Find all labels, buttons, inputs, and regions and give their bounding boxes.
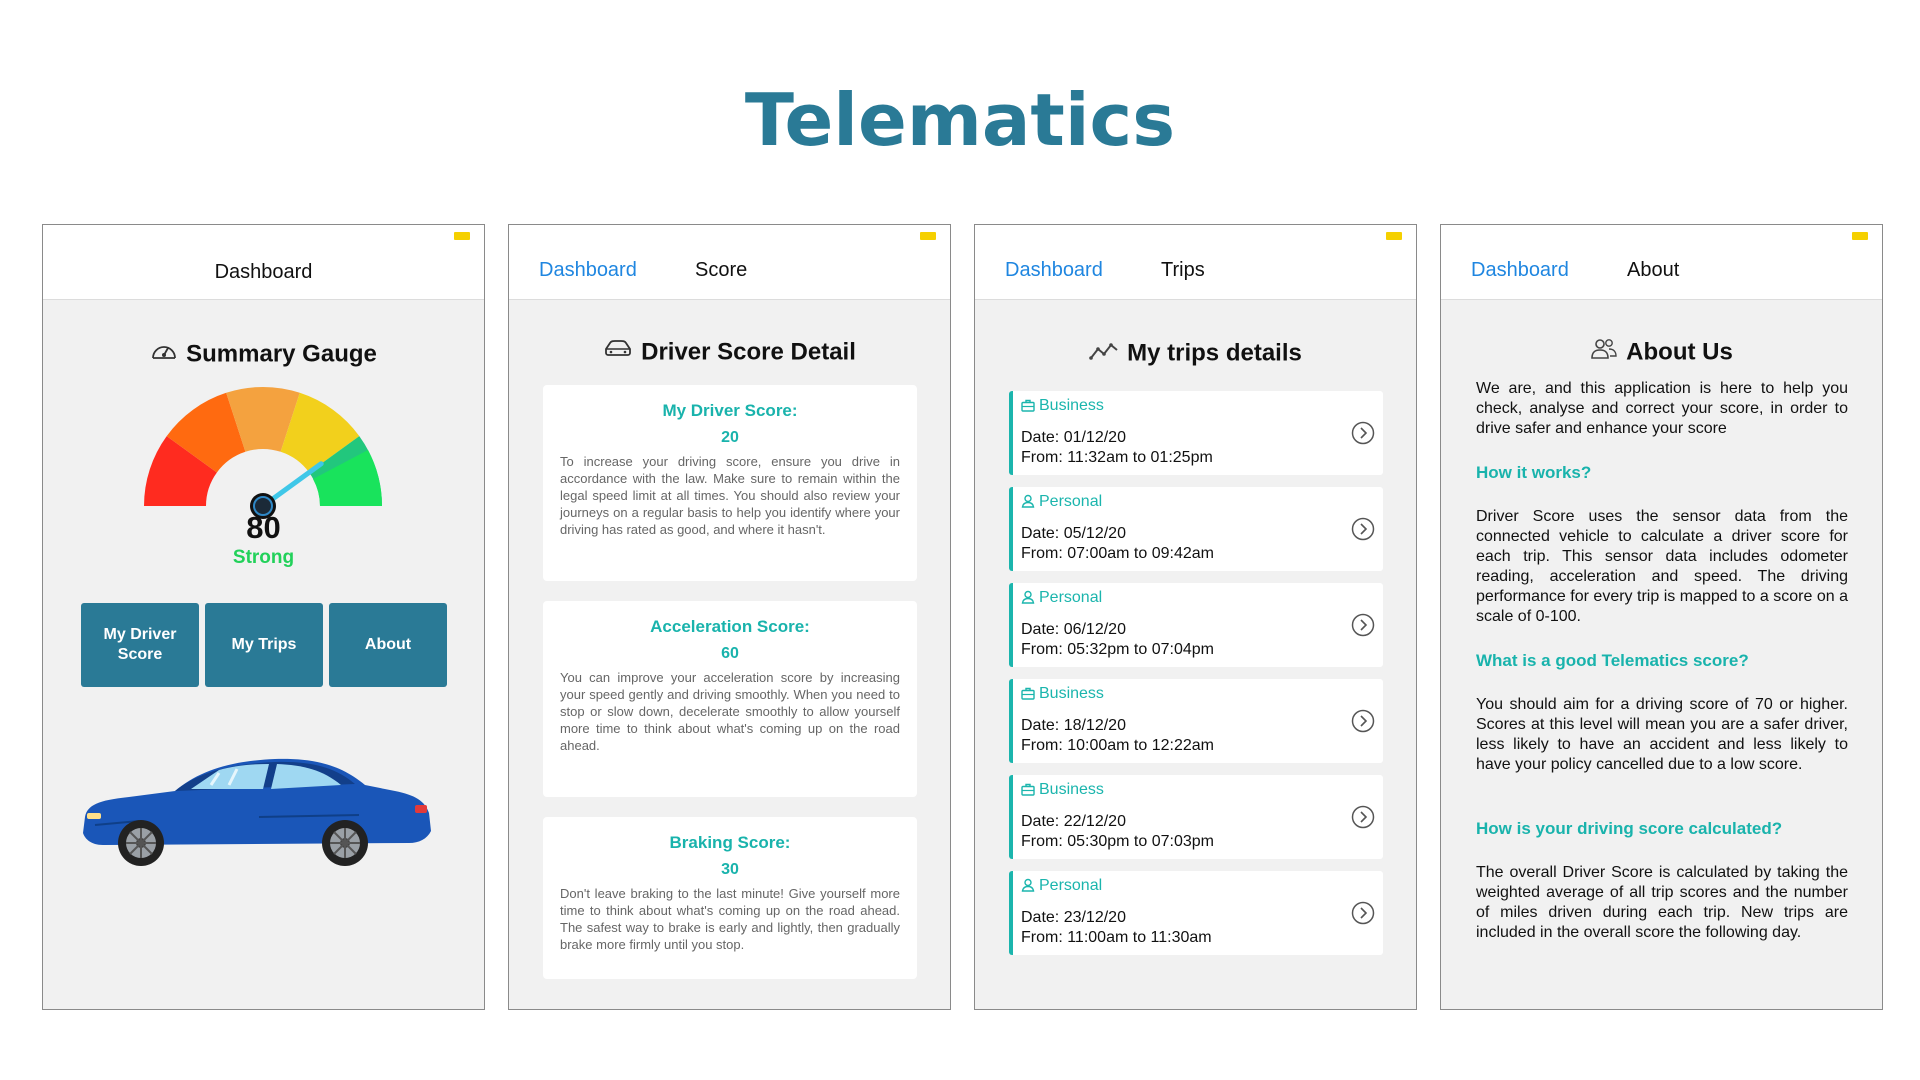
about-intro: We are, and this application is here to …: [1476, 380, 1848, 437]
status-indicator: [1852, 232, 1868, 240]
speedometer-icon: [150, 339, 178, 370]
trip-time: From: 10:00am to 12:22am: [1021, 737, 1214, 754]
trend-line-icon: [1089, 340, 1119, 368]
acceleration-score-card: Acceleration Score: 60 You can improve y…: [543, 601, 917, 797]
my-driver-score-button[interactable]: My Driver Score: [81, 603, 199, 687]
card-value: 20: [721, 429, 739, 446]
status-indicator: [920, 232, 936, 240]
person-icon: [1021, 590, 1035, 609]
trip-item[interactable]: Personal Date: 05/12/20 From: 07:00am to…: [1009, 487, 1383, 571]
card-title: My Driver Score:: [662, 401, 798, 420]
status-indicator: [454, 232, 470, 240]
dashboard-header: Dashboard: [43, 225, 484, 300]
score-calculation-text: The overall Driver Score is calculated b…: [1476, 864, 1848, 941]
my-trips-details-title: My trips details: [975, 339, 1416, 368]
front-wheel: [118, 820, 164, 866]
dashboard-header-title: Dashboard: [214, 261, 313, 283]
score-calculation-heading: How is your driving score calculated?: [1476, 819, 1783, 838]
trips-header-title: Trips: [1161, 259, 1205, 281]
status-indicator: [1386, 232, 1402, 240]
trip-type: Business: [1039, 685, 1104, 702]
chevron-right-circle-icon[interactable]: [1351, 805, 1375, 829]
score-header-title: Score: [695, 259, 748, 281]
briefcase-icon: [1021, 687, 1035, 705]
trips-screen: Dashboard Trips My trips details Busines…: [974, 224, 1417, 1010]
my-trips-button[interactable]: My Trips: [205, 603, 323, 687]
card-text: You can improve your acceleration score …: [560, 670, 900, 753]
trip-time: From: 07:00am to 09:42am: [1021, 545, 1214, 562]
driver-score-card: My Driver Score: 20 To increase your dri…: [543, 385, 917, 581]
back-to-dashboard-link[interactable]: Dashboard: [1471, 259, 1569, 282]
trip-item[interactable]: Business Date: 22/12/20 From: 05:30pm to…: [1009, 775, 1383, 859]
chevron-right-circle-icon[interactable]: [1351, 613, 1375, 637]
about-header: Dashboard About: [1441, 225, 1882, 300]
good-score-text: You should aim for a driving score of 70…: [1476, 696, 1848, 773]
score-screen: Dashboard Score Driver Score Detail My D…: [508, 224, 951, 1010]
summary-gauge-title: Summary Gauge: [43, 339, 484, 370]
card-title: Braking Score:: [669, 833, 791, 852]
trip-type: Personal: [1039, 493, 1103, 510]
trip-time: From: 11:00am to 11:30am: [1021, 929, 1212, 946]
about-button[interactable]: About: [329, 603, 447, 687]
good-score-heading: What is a good Telematics score?: [1476, 651, 1749, 670]
trip-date: Date: 18/12/20: [1021, 717, 1126, 734]
trip-time: From: 11:32am to 01:25pm: [1021, 449, 1213, 466]
trip-time: From: 05:30pm to 07:03pm: [1021, 833, 1214, 850]
gauge-value: 80: [246, 510, 281, 545]
briefcase-icon: [1021, 399, 1035, 417]
trip-time: From: 05:32pm to 07:04pm: [1021, 641, 1214, 658]
card-title: Acceleration Score:: [650, 617, 810, 636]
card-value: 60: [721, 645, 739, 662]
about-screen: Dashboard About About Us We are, and thi…: [1440, 224, 1883, 1010]
trip-date: Date: 06/12/20: [1021, 621, 1126, 638]
trip-date: Date: 01/12/20: [1021, 429, 1126, 446]
trip-item[interactable]: Personal Date: 06/12/20 From: 05:32pm to…: [1009, 583, 1383, 667]
trip-item[interactable]: Business Date: 01/12/20 From: 11:32am to…: [1009, 391, 1383, 475]
page-title: Telematics: [744, 78, 1176, 162]
dashboard-buttons: My Driver Score My Trips About: [81, 603, 449, 687]
trip-type: Business: [1039, 781, 1104, 798]
score-header: Dashboard Score: [509, 225, 950, 300]
dashboard-screen: Dashboard Summary Gauge 80 Strong My Dri…: [42, 224, 485, 1010]
trip-item[interactable]: Business Date: 18/12/20 From: 10:00am to…: [1009, 679, 1383, 763]
gauge-rating-label: Strong: [232, 547, 295, 568]
card-value: 30: [721, 861, 739, 878]
trip-item[interactable]: Personal Date: 23/12/20 From: 11:00am to…: [1009, 871, 1383, 955]
trip-type: Personal: [1039, 589, 1103, 606]
chevron-right-circle-icon[interactable]: [1351, 517, 1375, 541]
braking-score-card: Braking Score: 30 Don't leave braking to…: [543, 817, 917, 979]
person-icon: [1021, 878, 1035, 897]
how-it-works-heading: How it works?: [1476, 463, 1592, 482]
chevron-right-circle-icon[interactable]: [1351, 901, 1375, 925]
car-image: [83, 758, 431, 866]
chevron-right-circle-icon[interactable]: [1351, 421, 1375, 445]
trip-date: Date: 23/12/20: [1021, 909, 1126, 926]
chevron-right-circle-icon[interactable]: [1351, 709, 1375, 733]
trip-type: Personal: [1039, 877, 1103, 894]
about-header-title: About: [1627, 259, 1680, 281]
back-to-dashboard-link[interactable]: Dashboard: [1005, 259, 1103, 282]
card-text: Don't leave braking to the last minute! …: [560, 886, 900, 952]
trip-date: Date: 22/12/20: [1021, 813, 1126, 830]
briefcase-icon: [1021, 783, 1035, 801]
about-us-title: About Us: [1441, 338, 1882, 367]
driver-score-detail-title: Driver Score Detail: [509, 338, 950, 367]
car-icon: [603, 338, 633, 367]
back-to-dashboard-link[interactable]: Dashboard: [539, 259, 637, 282]
how-it-works-text: Driver Score uses the sensor data from t…: [1476, 508, 1848, 625]
rear-wheel: [322, 820, 368, 866]
trip-type: Business: [1039, 397, 1104, 414]
card-text: To increase your driving score, ensure y…: [560, 454, 900, 537]
person-icon: [1021, 494, 1035, 513]
trips-header: Dashboard Trips: [975, 225, 1416, 300]
trip-date: Date: 05/12/20: [1021, 525, 1126, 542]
people-icon: [1590, 338, 1618, 367]
